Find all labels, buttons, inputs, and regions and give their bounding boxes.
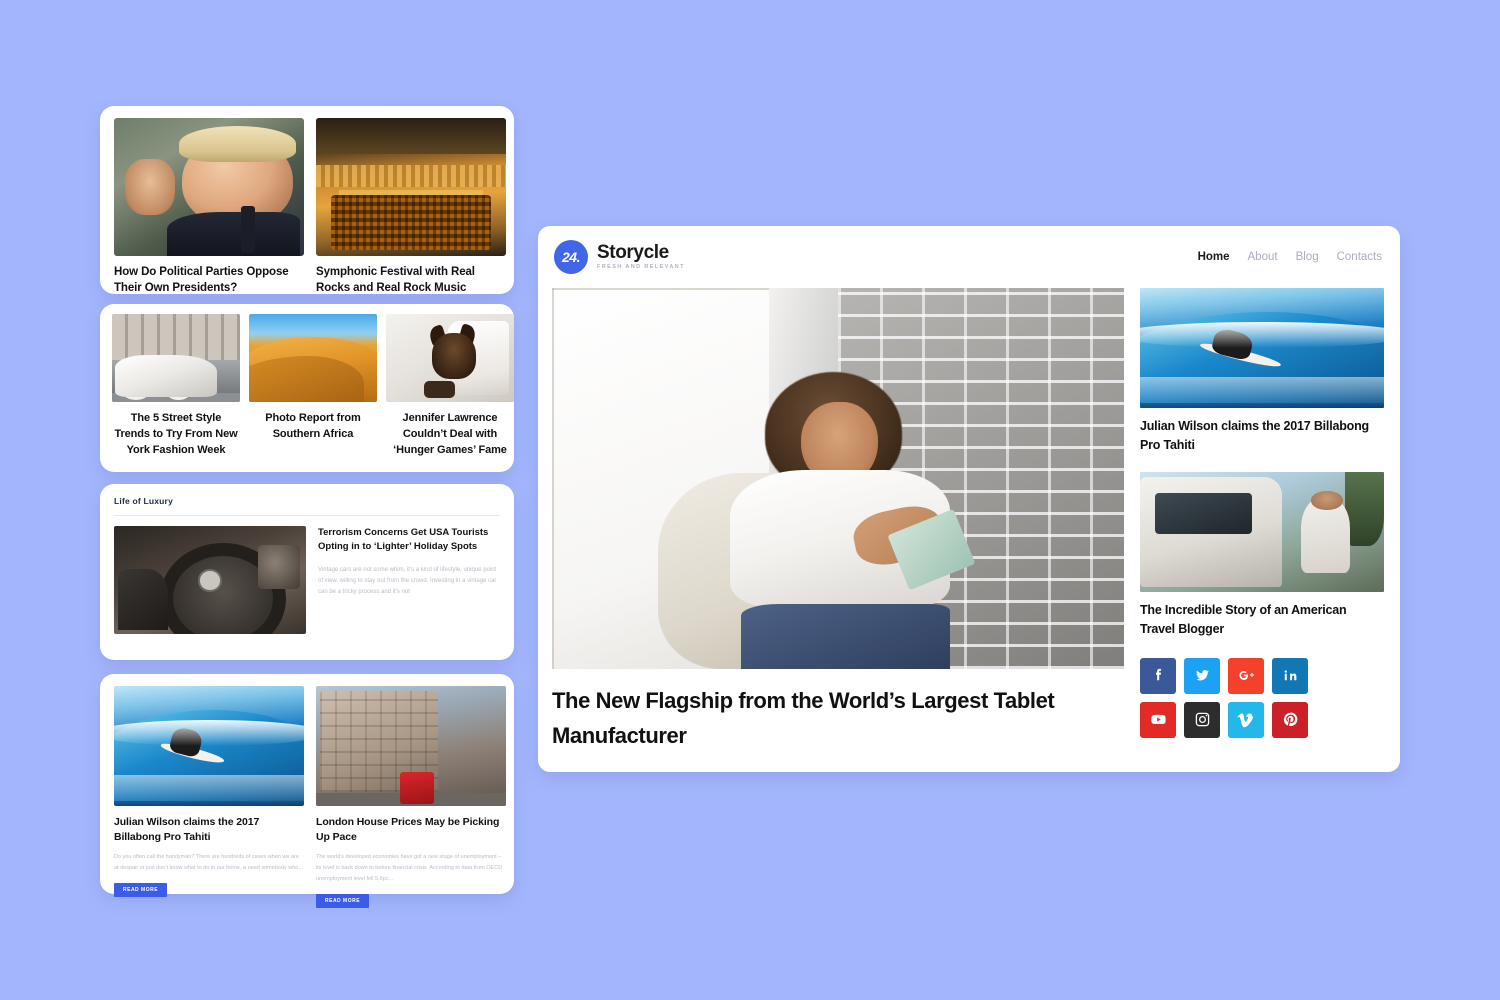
article-title: How Do Political Parties Oppose Their Ow… — [114, 266, 289, 295]
article-title: Photo Report from Southern Africa — [265, 412, 361, 440]
article-title: Jennifer Lawrence Couldn’t Deal with ‘Hu… — [393, 412, 507, 456]
hero-article[interactable]: The New Flagship from the World’s Larges… — [552, 288, 1124, 753]
surfer-wave-photo — [114, 686, 304, 806]
sidebar-article-title: The Incredible Story of an American Trav… — [1140, 602, 1347, 637]
news-card-life-of-luxury: Life of Luxury Terrorism Concerns Get US… — [100, 484, 514, 660]
surfer-wave-photo — [1140, 288, 1384, 408]
hero-subject — [658, 371, 1021, 669]
article-text: Terrorism Concerns Get USA Tourists Opti… — [318, 526, 500, 634]
nav-item-home[interactable]: Home — [1198, 251, 1230, 263]
article-item[interactable]: How Do Political Parties Oppose Their Ow… — [114, 118, 304, 297]
brand-name: Storycle — [597, 242, 669, 264]
article-thumbnail-dog-in-robe-photo[interactable] — [386, 314, 514, 402]
site-nav: Home About Blog Contacts — [1198, 251, 1382, 263]
sidebar-article-item[interactable]: Julian Wilson claims the 2017 Billabong … — [1140, 288, 1384, 456]
article-thumbnail-desert-dunes-photo[interactable] — [249, 314, 377, 402]
article-thumbnail-london-street-photo[interactable] — [316, 686, 506, 806]
instagram-icon[interactable] — [1184, 701, 1220, 738]
read-more-button[interactable]: READ MORE — [316, 893, 370, 908]
mercedes-steering-wheel-photo — [114, 526, 306, 634]
linkedin-icon[interactable] — [1272, 657, 1308, 694]
article-item[interactable]: Symphonic Festival with Real Rocks and R… — [316, 118, 506, 297]
logo-badge-icon: 24. — [554, 240, 588, 274]
article-thumbnail-concert-hall-photo[interactable] — [316, 118, 506, 256]
nav-item-contacts[interactable]: Contacts — [1337, 251, 1382, 263]
article-item[interactable]: The 5 Street Style Trends to Try From Ne… — [112, 314, 240, 459]
storycle-site-preview: 24. Storycle FRESH AND RELEVANT Home Abo… — [538, 226, 1400, 772]
divider — [114, 515, 500, 516]
read-more-button[interactable]: READ MORE — [114, 882, 168, 897]
desert-dunes-photo — [249, 314, 377, 402]
article-item[interactable]: Jennifer Lawrence Couldn’t Deal with ‘Hu… — [386, 314, 514, 459]
hero-title: The New Flagship from the World’s Larges… — [552, 688, 1055, 749]
sidebar-thumbnail-travel-blogger-van-photo[interactable] — [1140, 471, 1384, 592]
pinterest-icon[interactable] — [1272, 701, 1308, 738]
article-title: Julian Wilson claims the 2017 Billabong … — [114, 816, 260, 843]
vimeo-icon[interactable] — [1228, 701, 1264, 738]
brand-text: Storycle FRESH AND RELEVANT — [597, 243, 685, 271]
hero-image-woman-with-tablet-photo[interactable] — [552, 288, 1124, 669]
nav-item-about[interactable]: About — [1248, 251, 1278, 263]
article-thumbnail-vintage-car-street-photo[interactable] — [112, 314, 240, 402]
three-up-grid: The 5 Street Style Trends to Try From Ne… — [112, 314, 514, 459]
article-excerpt: Vintage cars are not some whim, it’s a k… — [318, 566, 497, 595]
sidebar-article-item[interactable]: The Incredible Story of an American Trav… — [1140, 471, 1384, 640]
article-item[interactable]: Photo Report from Southern Africa — [249, 314, 377, 459]
section-kicker: Life of Luxury — [114, 496, 173, 506]
news-card-three-up: The 5 Street Style Trends to Try From Ne… — [100, 304, 514, 472]
youtube-icon[interactable] — [1140, 701, 1176, 738]
article-title: The 5 Street Style Trends to Try From Ne… — [114, 412, 238, 456]
panel-body: The New Flagship from the World’s Larges… — [538, 288, 1400, 753]
twitter-icon[interactable] — [1184, 657, 1220, 694]
trump-portrait-photo — [114, 118, 304, 256]
concert-hall-photo — [316, 118, 506, 256]
sidebar-column: Julian Wilson claims the 2017 Billabong … — [1140, 288, 1384, 753]
news-card-read-more: Julian Wilson claims the 2017 Billabong … — [100, 674, 514, 908]
article-item[interactable]: Julian Wilson claims the 2017 Billabong … — [114, 686, 304, 908]
facebook-icon[interactable] — [1140, 657, 1176, 694]
sidebar-article-title: Julian Wilson claims the 2017 Billabong … — [1140, 419, 1369, 453]
article-item[interactable]: London House Prices May be Picking Up Pa… — [316, 686, 506, 908]
article-thumbnail-trump-portrait-photo[interactable] — [114, 118, 304, 256]
brand-logo[interactable]: 24. Storycle FRESH AND RELEVANT — [554, 240, 685, 274]
article-thumbnail-mercedes-steering-wheel-photo[interactable] — [114, 526, 306, 634]
article-title: London House Prices May be Picking Up Pa… — [316, 816, 500, 843]
two-up-grid: How Do Political Parties Oppose Their Ow… — [114, 118, 506, 297]
google-plus-icon[interactable] — [1228, 657, 1264, 694]
article-title: Symphonic Festival with Real Rocks and R… — [316, 266, 475, 295]
brand-tagline: FRESH AND RELEVANT — [597, 264, 685, 271]
article-excerpt: The world’s developed economies have got… — [316, 854, 503, 882]
article-title: Terrorism Concerns Get USA Tourists Opti… — [318, 527, 489, 553]
read-more-grid: Julian Wilson claims the 2017 Billabong … — [114, 686, 506, 908]
london-street-photo — [316, 686, 506, 806]
site-header: 24. Storycle FRESH AND RELEVANT Home Abo… — [538, 226, 1400, 288]
article-thumbnail-surfer-wave-photo[interactable] — [114, 686, 304, 806]
social-links — [1140, 657, 1384, 738]
vintage-car-street-photo — [112, 314, 240, 402]
sidebar-thumbnail-surfer-wave-photo[interactable] — [1140, 288, 1384, 408]
dog-in-robe-photo — [386, 314, 514, 402]
travel-blogger-van-photo — [1140, 471, 1384, 592]
article-excerpt: Do you often call the handyman? There ar… — [114, 854, 303, 872]
article-item[interactable]: Terrorism Concerns Get USA Tourists Opti… — [114, 526, 500, 634]
nav-item-blog[interactable]: Blog — [1296, 251, 1319, 263]
news-card-two-up: How Do Political Parties Oppose Their Ow… — [100, 106, 514, 294]
